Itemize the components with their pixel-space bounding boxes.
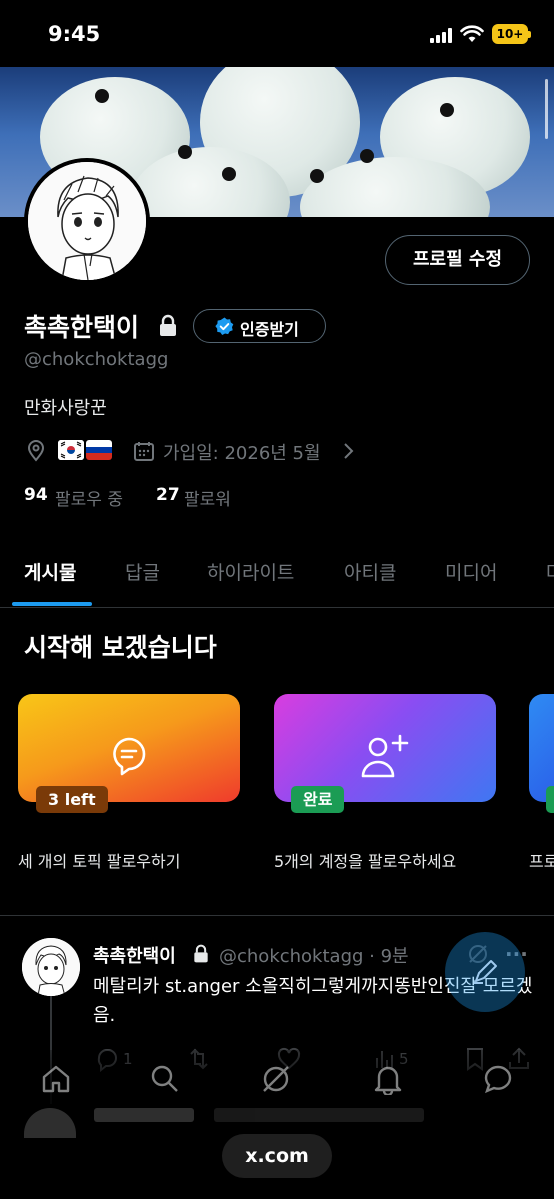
location-pin-icon [27,440,45,462]
tabs-divider [0,607,554,608]
search-icon[interactable] [149,1063,181,1095]
wifi-icon [460,25,484,42]
edit-profile-button[interactable]: 프로필 수정 [385,235,530,285]
post-lock-icon [194,944,208,963]
get-verified-button[interactable]: 인증받기 [193,309,326,343]
korea-flag-icon [58,440,84,460]
tab-likes-partial[interactable]: 마 [546,558,554,585]
topics-progress-badge: 3 left [36,786,108,813]
post-author-name[interactable]: 촉촉한택이 [93,942,176,968]
verified-badge-icon [215,317,234,335]
cellular-signal-icon [430,28,454,43]
banner-scroll-indicator [545,79,548,139]
followers-count[interactable]: 27 [156,485,180,505]
section-divider [0,915,554,916]
active-tab-indicator [12,602,92,606]
grok-nav-icon[interactable] [260,1063,292,1095]
following-label[interactable]: 팔로우 중 [55,485,123,510]
notifications-icon[interactable] [372,1063,404,1095]
messages-icon[interactable] [482,1063,514,1095]
follow-topics-caption[interactable]: 세 개의 토픽 팔로우하기 [18,848,180,872]
joined-date[interactable]: 가입일: 2026년 5월 [163,439,321,465]
lock-icon [160,314,176,336]
browser-url-pill[interactable]: x.com [222,1134,332,1178]
profile-bio: 만화사랑꾼 [24,398,107,419]
post-handle-time[interactable]: @chokchoktagg · 9분 [219,942,409,968]
tab-replies[interactable]: 답글 [125,558,160,585]
status-time: 9:45 [48,22,101,46]
chevron-right-icon[interactable] [341,442,355,460]
profile-handle: @chokchoktagg [24,349,169,370]
home-icon[interactable] [40,1063,72,1095]
profile-card-badge [546,786,554,813]
compose-button[interactable] [445,932,525,1012]
russia-flag-icon [86,440,112,460]
tab-media[interactable]: 미디어 [445,558,497,585]
followers-label[interactable]: 팔로워 [184,485,231,510]
accounts-done-badge: 완료 [291,786,345,813]
complete-profile-caption[interactable]: 프로 [529,848,554,872]
profile-avatar[interactable] [24,158,150,284]
post-author-avatar[interactable] [22,938,80,996]
compose-quill-icon [474,960,497,984]
add-person-icon [361,734,409,778]
tab-articles[interactable]: 아티클 [344,558,396,585]
battery-indicator: 10+ [492,24,531,44]
following-count[interactable]: 94 [24,485,48,505]
topic-bubble-icon [113,737,146,776]
tab-highlights[interactable]: 하이라이트 [207,558,294,585]
getting-started-title: 시작해 보겠습니다 [24,633,217,662]
follow-accounts-caption[interactable]: 5개의 계정을 팔로우하세요 [274,848,456,872]
get-verified-label: 인증받기 [240,320,299,339]
tab-posts[interactable]: 게시물 [24,558,76,585]
display-name: 촉촉한택이 [24,313,140,342]
next-post-preview [24,1106,534,1138]
calendar-icon [134,442,154,461]
